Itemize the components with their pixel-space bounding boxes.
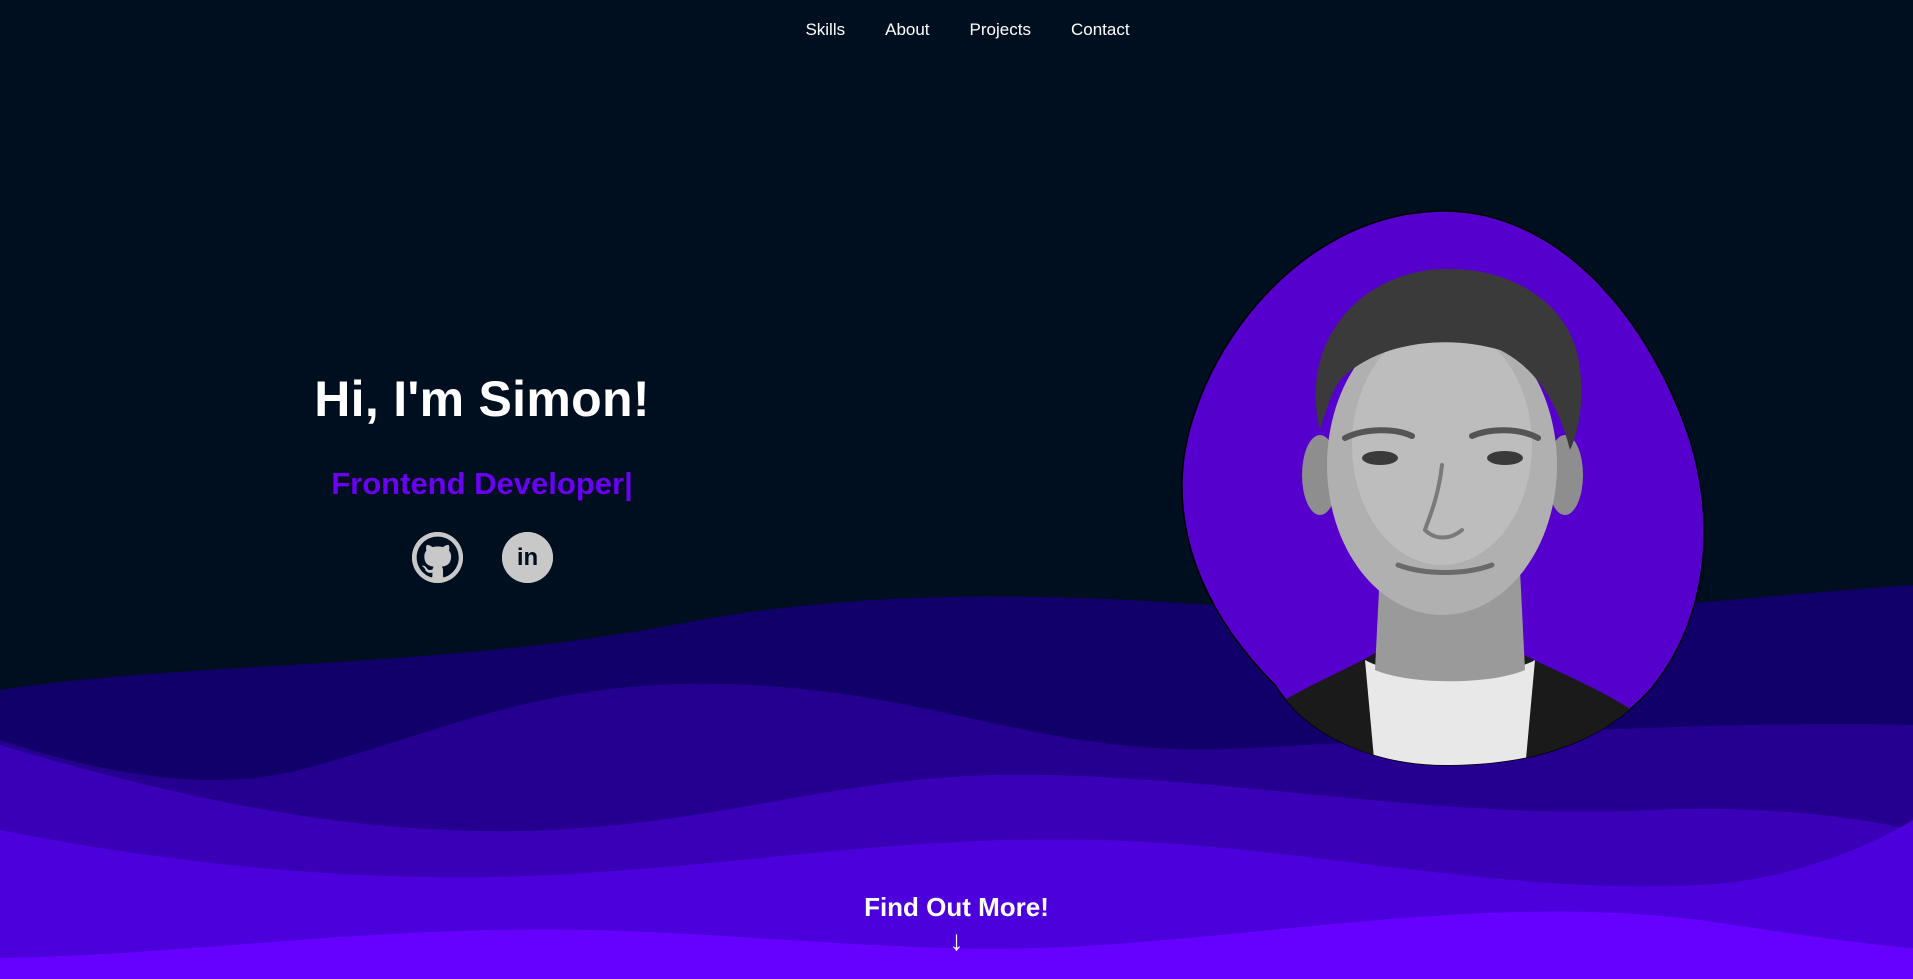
- linkedin-icon: in: [501, 532, 553, 583]
- github-link[interactable]: [411, 532, 463, 583]
- nav-item-contact[interactable]: Contact: [1071, 20, 1130, 40]
- social-links: in: [282, 532, 682, 583]
- nav-item-about[interactable]: About: [885, 20, 929, 40]
- linkedin-link[interactable]: in: [501, 532, 553, 583]
- profile-photo: [1181, 210, 1705, 766]
- hero-title: Hi, I'm Simon!: [314, 371, 650, 427]
- arrow-down-icon[interactable]: ↓: [0, 927, 1913, 955]
- portrait-face-shade: [1352, 325, 1532, 565]
- main-nav: Skills About Projects Contact: [0, 0, 1913, 60]
- nav-item-skills[interactable]: Skills: [805, 20, 845, 40]
- page: Skills About Projects Contact Hi, I'm Si…: [0, 0, 1913, 979]
- portrait-eye-right: [1487, 451, 1523, 465]
- github-icon: [411, 532, 463, 583]
- find-out-more-button[interactable]: Find Out More!: [864, 892, 1049, 923]
- find-out-more: Find Out More! ↓: [0, 892, 1913, 955]
- linkedin-icon-text: in: [516, 544, 537, 571]
- nav-item-projects[interactable]: Projects: [970, 20, 1031, 40]
- hero-intro: Hi, I'm Simon! Frontend Developer| in: [282, 370, 682, 583]
- portrait-eye-left: [1362, 451, 1398, 465]
- hero-subtitle: Frontend Developer|: [331, 466, 633, 501]
